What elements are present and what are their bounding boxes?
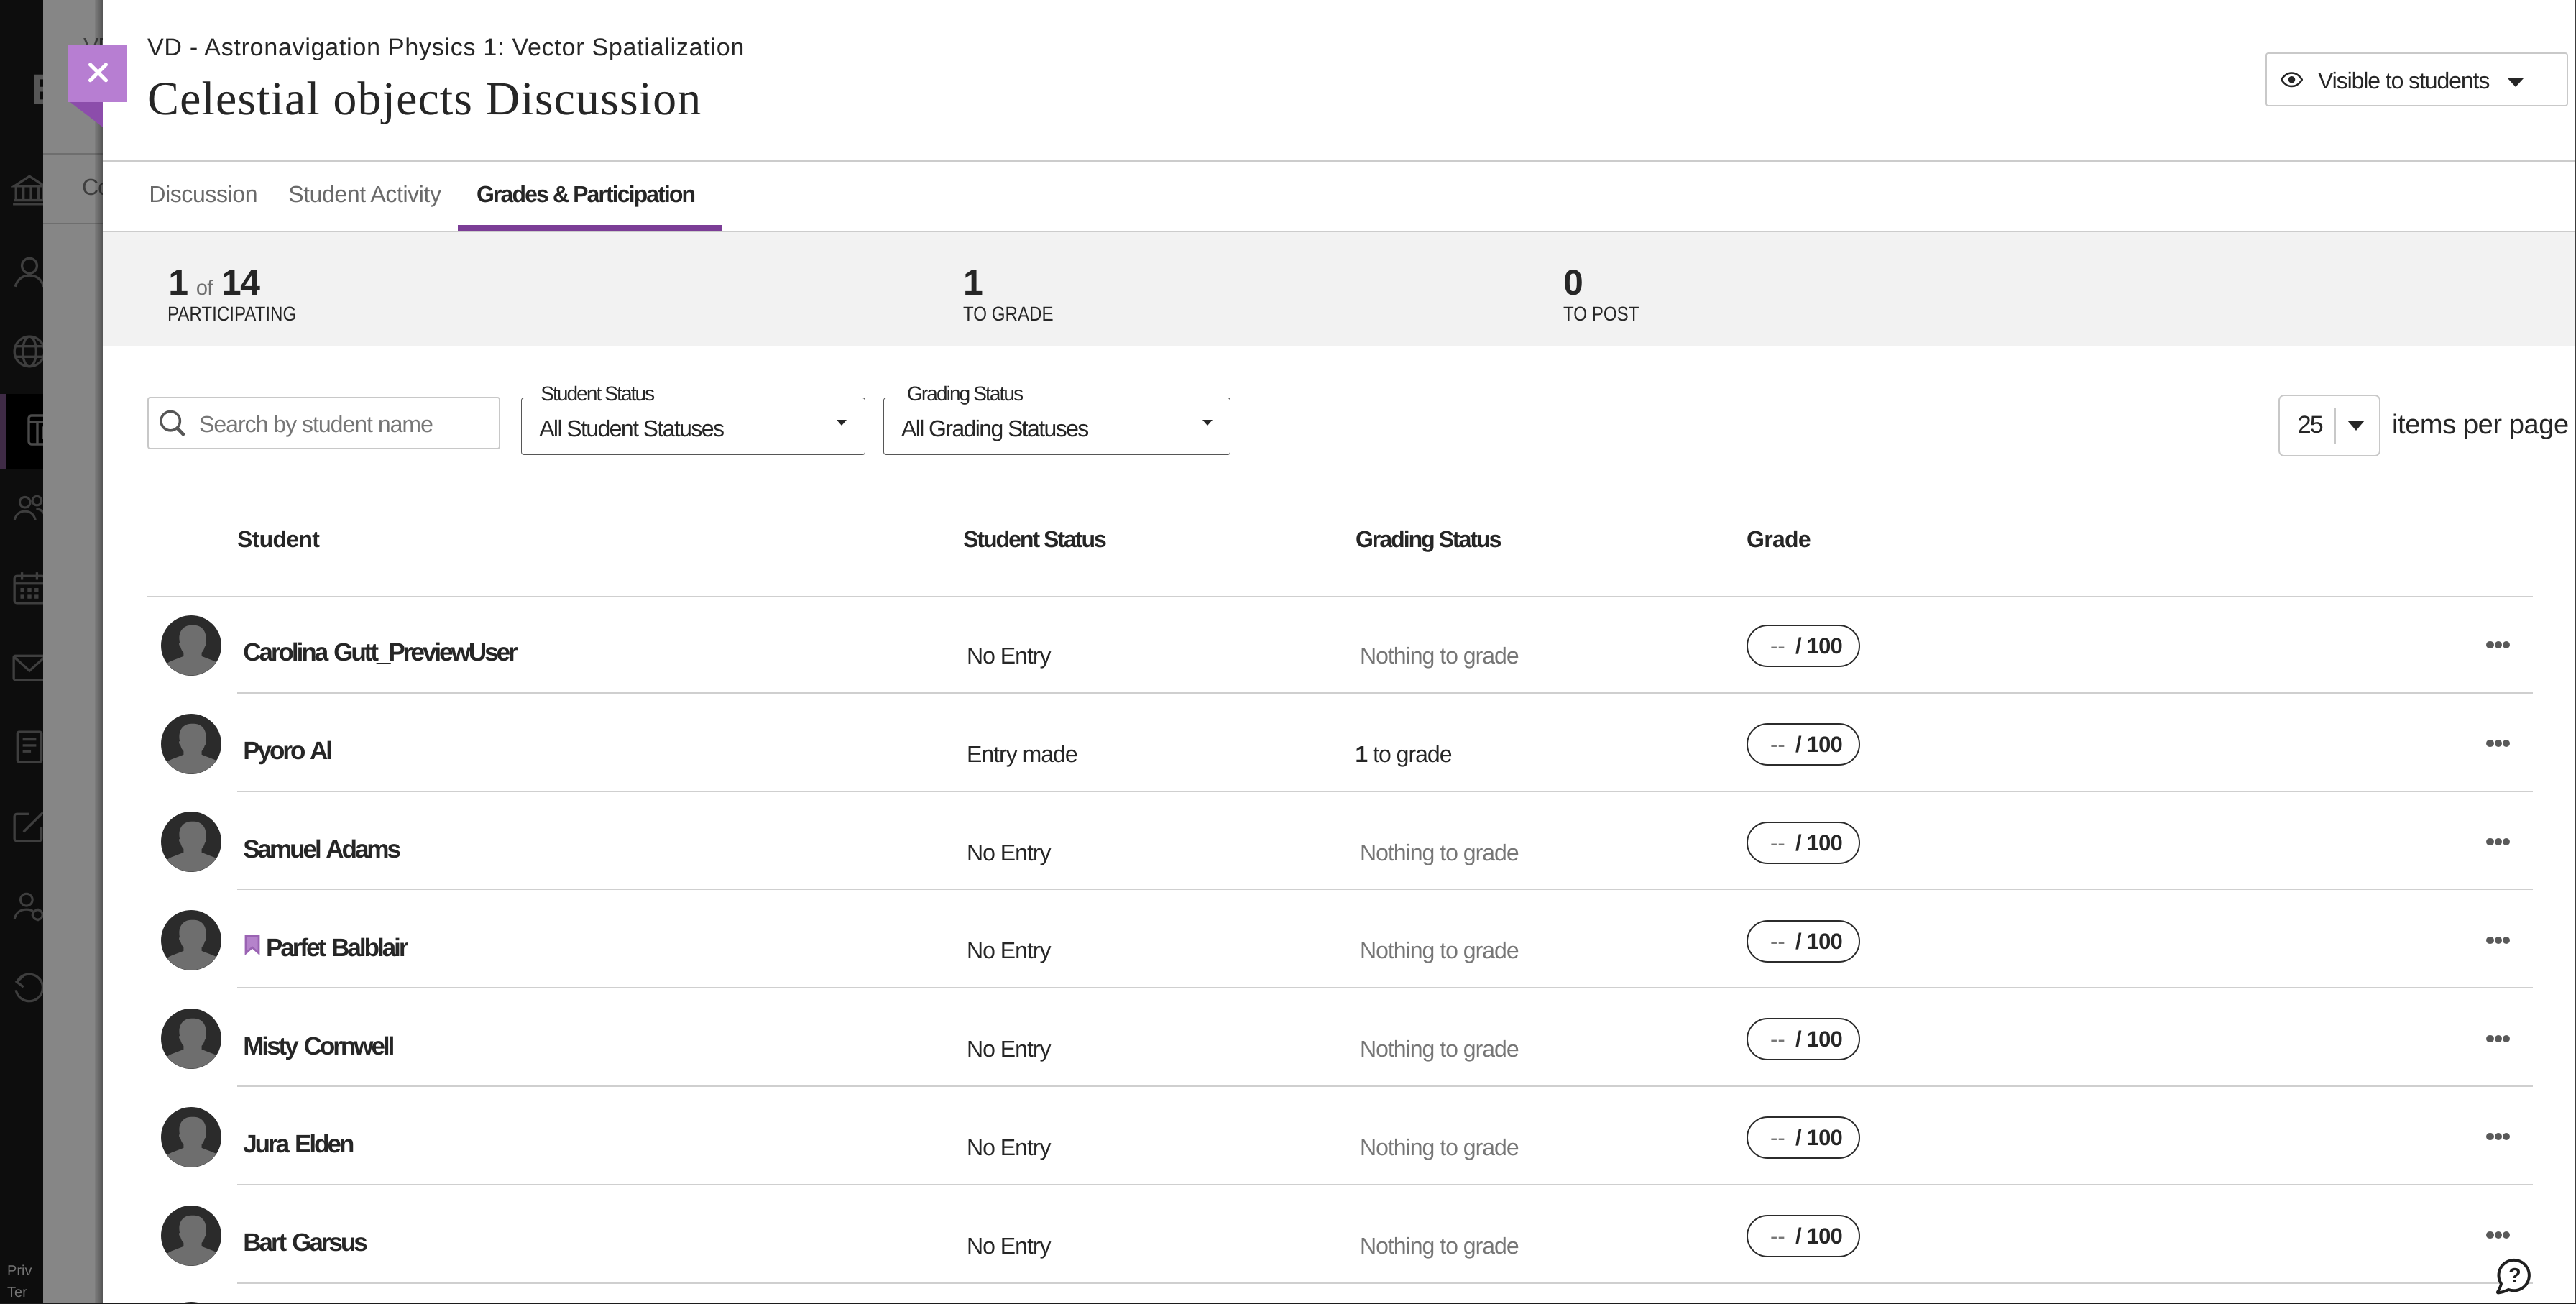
svg-text:?: ? [2508, 1265, 2521, 1288]
